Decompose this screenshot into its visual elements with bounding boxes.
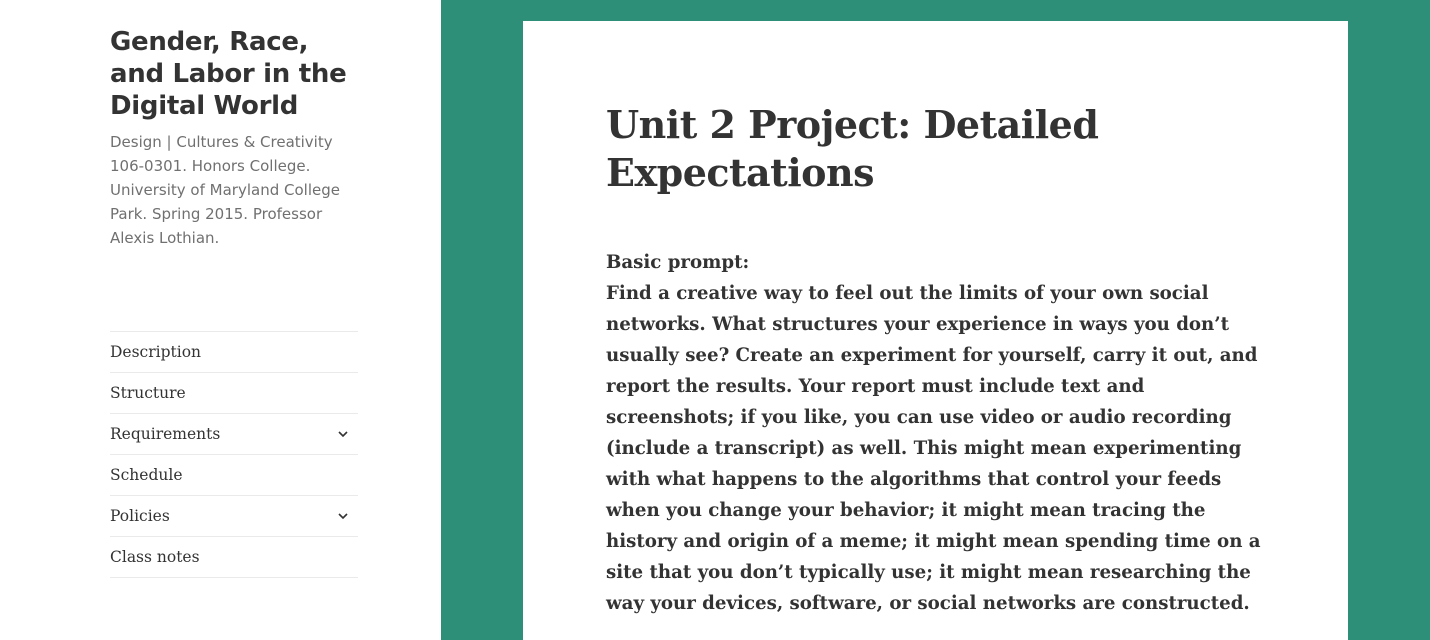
nav-item-label[interactable]: Requirements	[110, 425, 220, 443]
article-body: Basic prompt: Find a creative way to fee…	[606, 247, 1271, 619]
nav-item-schedule[interactable]: Schedule	[110, 455, 358, 496]
sidebar-nav: Description Structure Requirements Sched…	[110, 331, 358, 578]
chevron-down-icon[interactable]	[336, 427, 350, 441]
prompt-text: Find a creative way to feel out the limi…	[606, 283, 1261, 614]
nav-item-policies[interactable]: Policies	[110, 496, 358, 537]
site-description: Design | Cultures & Creativity 106-0301.…	[110, 133, 340, 247]
nav-item-label[interactable]: Description	[110, 343, 201, 361]
nav-item-label[interactable]: Schedule	[110, 466, 183, 484]
page-title: Unit 2 Project: Detailed Expectations	[606, 102, 1099, 195]
nav-item-description[interactable]: Description	[110, 332, 358, 373]
article: Unit 2 Project: Detailed Expectations Ba…	[523, 21, 1348, 640]
nav-item-structure[interactable]: Structure	[110, 373, 358, 414]
prompt-heading: Basic prompt:	[606, 252, 750, 273]
site-title[interactable]: Gender, Race, and Labor in the Digital W…	[110, 26, 370, 122]
nav-item-label[interactable]: Policies	[110, 507, 170, 525]
nav-item-label[interactable]: Structure	[110, 384, 186, 402]
sidebar: Gender, Race, and Labor in the Digital W…	[0, 0, 441, 640]
nav-item-label[interactable]: Class notes	[110, 548, 200, 566]
chevron-down-icon[interactable]	[336, 509, 350, 523]
nav-item-requirements[interactable]: Requirements	[110, 414, 358, 455]
nav-item-class-notes[interactable]: Class notes	[110, 537, 358, 578]
